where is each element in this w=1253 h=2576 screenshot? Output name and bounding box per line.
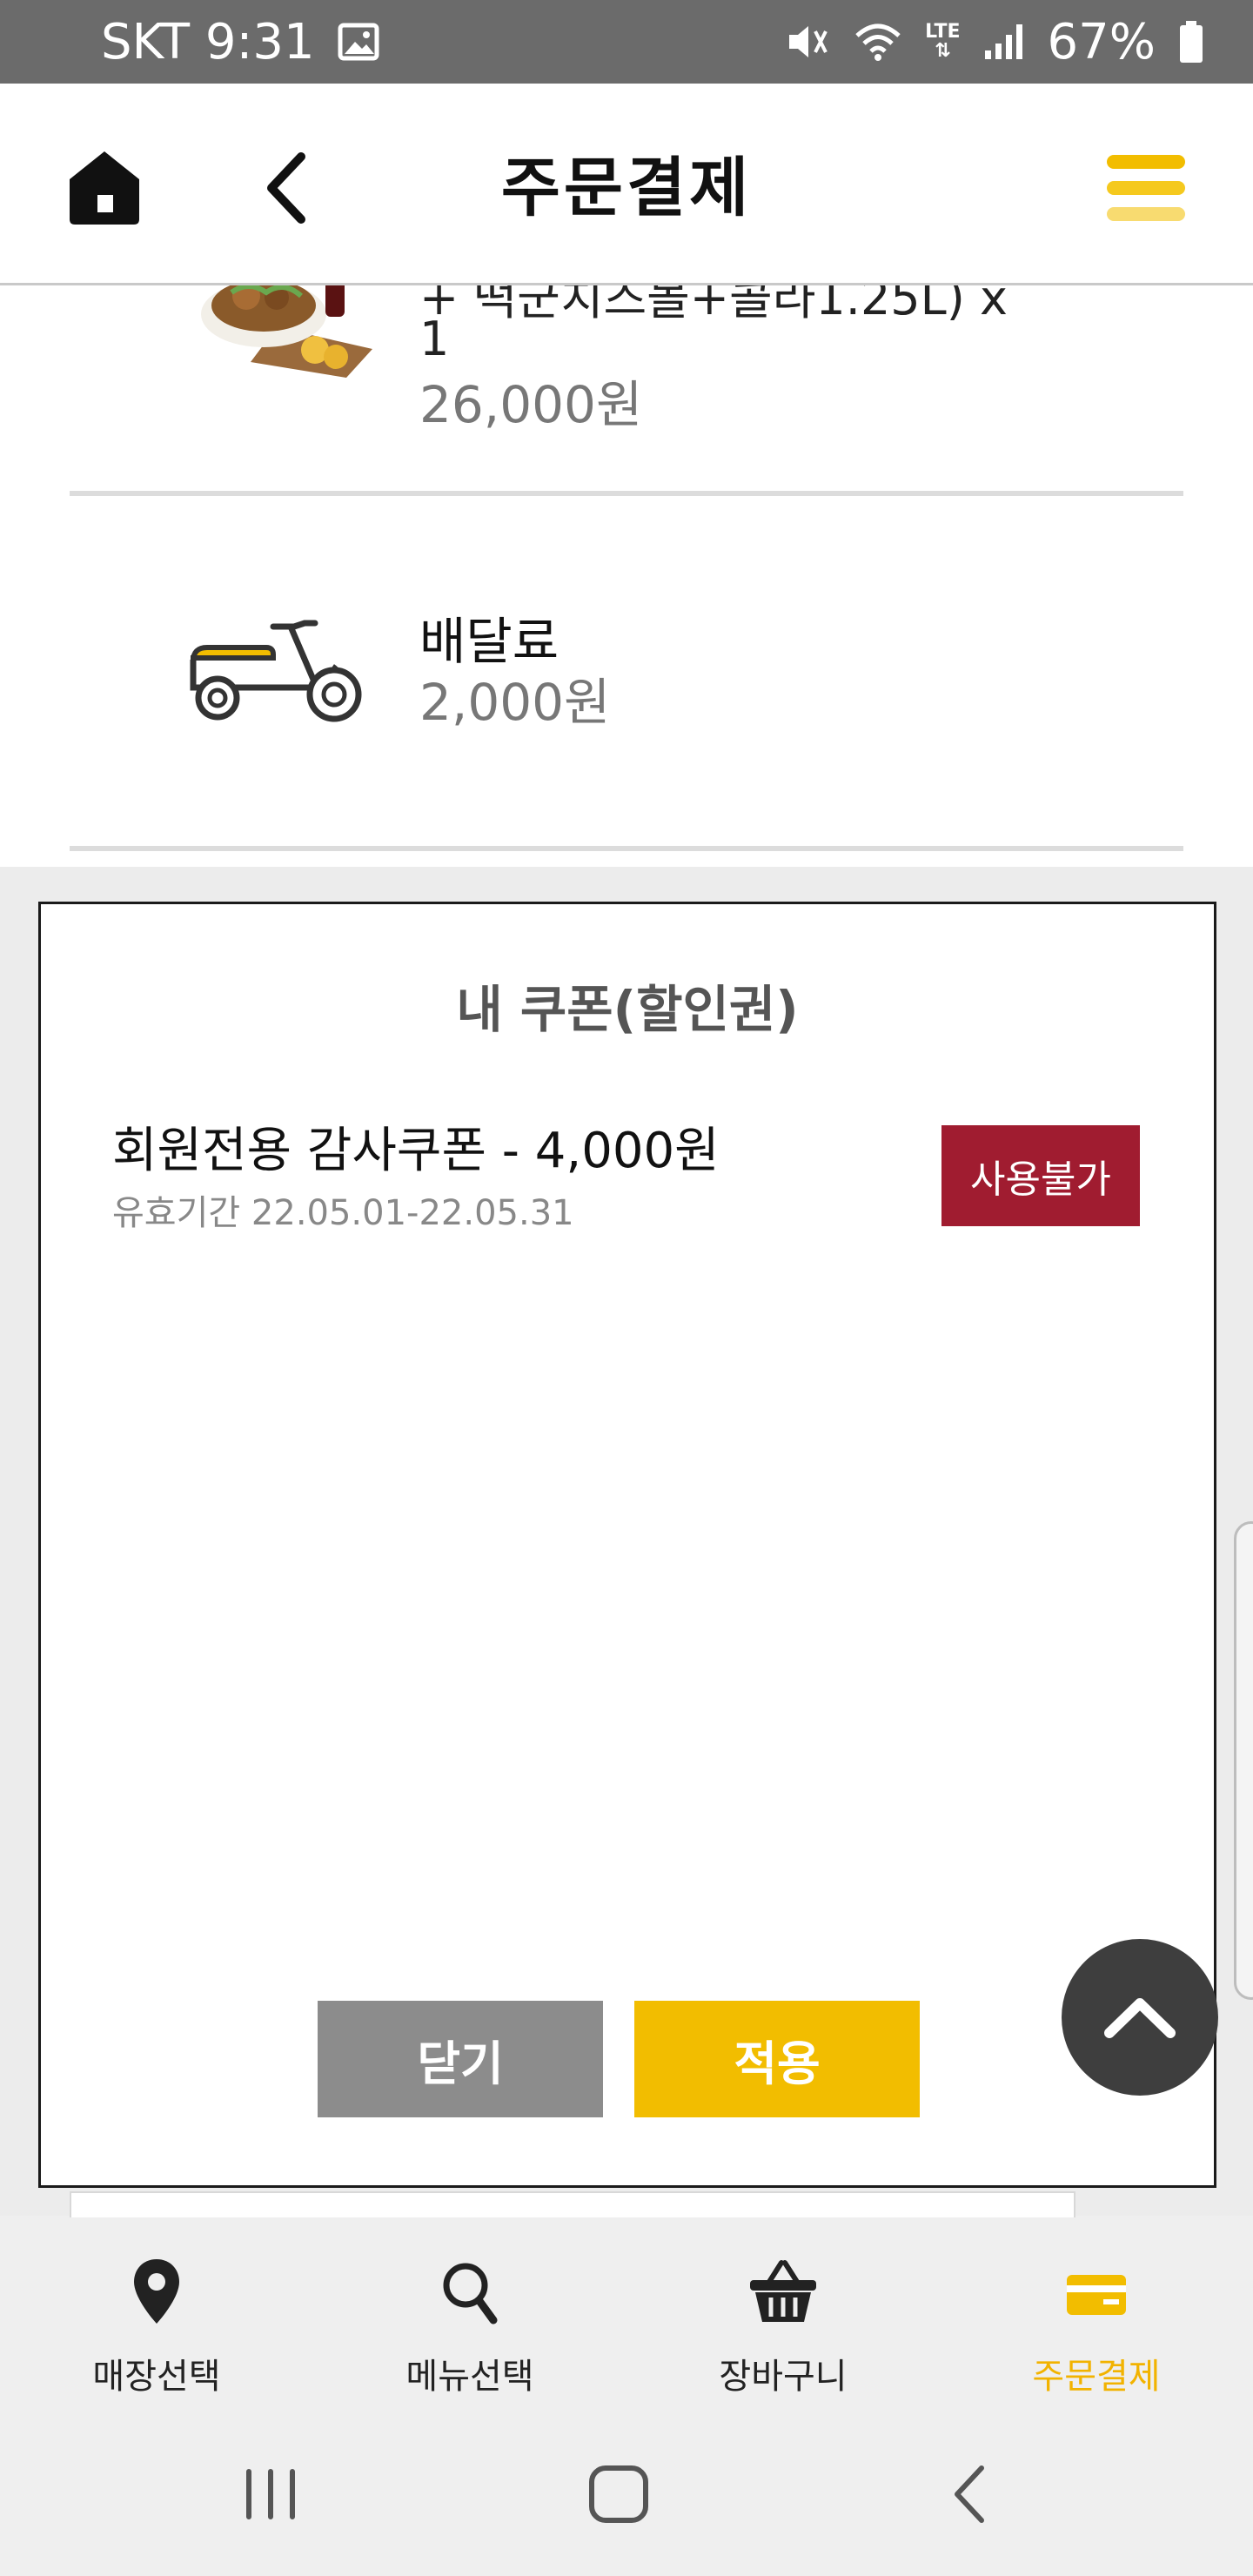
item-quantity: 1 [419,312,450,366]
background-card [70,2191,1075,2217]
scooter-icon [186,600,371,731]
close-button[interactable]: 닫기 [318,2001,603,2117]
mute-icon [786,21,831,63]
signal-icon [983,23,1025,61]
tab-label: 메뉴선택 [405,2357,534,2397]
coupon-unusable-badge: 사용불가 [941,1125,1140,1226]
menu-line [1107,207,1185,221]
back-nav-icon[interactable] [933,2459,1011,2529]
coupon-name: 회원전용 감사쿠폰 - 4,000원 [112,1123,720,1179]
chicken-food-image [198,285,390,379]
item-price: 26,000원 [419,375,643,434]
card-icon [1057,2257,1136,2327]
scroll-to-top-button[interactable] [1062,1939,1218,2096]
wifi-icon [854,22,902,62]
status-right: LTE ⇅ 67% [786,14,1204,70]
scrollbar[interactable] [1234,1521,1253,2000]
carrier-time: SKT 9:31 [101,13,315,70]
image-icon [338,23,379,61]
tab-checkout[interactable]: 주문결제 [940,2216,1253,2407]
tab-store-select[interactable]: 매장선택 [0,2216,313,2407]
tab-label: 주문결제 [1032,2357,1161,2397]
home-nav-icon[interactable] [581,2459,660,2529]
lte-label: LTE [925,21,961,43]
tab-cart[interactable]: 장바구니 [626,2216,940,2407]
app-header: 주문결제 [0,84,1253,285]
menu-line [1107,155,1185,169]
bottom-tab-bar: 매장선택 메뉴선택 장바구니 주문결제 [0,2216,1253,2407]
coupon-modal: 내 쿠폰(할인권) 회원전용 감사쿠폰 - 4,000원 유효기간 22.05.… [38,902,1216,2188]
tab-menu-select[interactable]: 메뉴선택 [313,2216,626,2407]
tab-label: 매장선택 [92,2357,221,2397]
item-name: + 떡군치즈볼+콜라1.25L) x [419,285,1008,325]
order-summary: + 떡군치즈볼+콜라1.25L) x 1 26,000원 배달료 2,000원 [0,285,1253,867]
battery-icon [1178,20,1204,64]
page-title: 주문결제 [500,151,753,225]
tab-label: 장바구니 [719,2357,848,2397]
apply-button[interactable]: 적용 [634,2001,920,2117]
hamburger-menu-icon[interactable] [1107,155,1185,221]
chevron-up-icon [1104,1998,1176,2038]
status-left: SKT 9:31 [101,14,379,70]
system-nav-bar [0,2407,1253,2576]
basket-icon [744,2257,822,2327]
status-bar: SKT 9:31 LTE ⇅ 67% [0,0,1253,84]
divider [70,491,1183,496]
battery-percent: 67% [1047,13,1156,70]
modal-title: 내 쿠폰(할인권) [456,980,799,1039]
lte-icon: LTE ⇅ [925,23,960,61]
search-icon [431,2257,509,2327]
menu-line [1107,181,1185,195]
location-pin-icon [117,2257,196,2327]
delivery-fee-price: 2,000원 [419,673,611,732]
data-arrows: ⇅ [935,40,951,62]
divider [70,846,1183,851]
order-item: + 떡군치즈볼+콜라1.25L) x 1 26,000원 [0,285,1253,494]
coupon-validity: 유효기간 22.05.01-22.05.31 [112,1193,574,1233]
recent-apps-icon[interactable] [231,2459,310,2529]
